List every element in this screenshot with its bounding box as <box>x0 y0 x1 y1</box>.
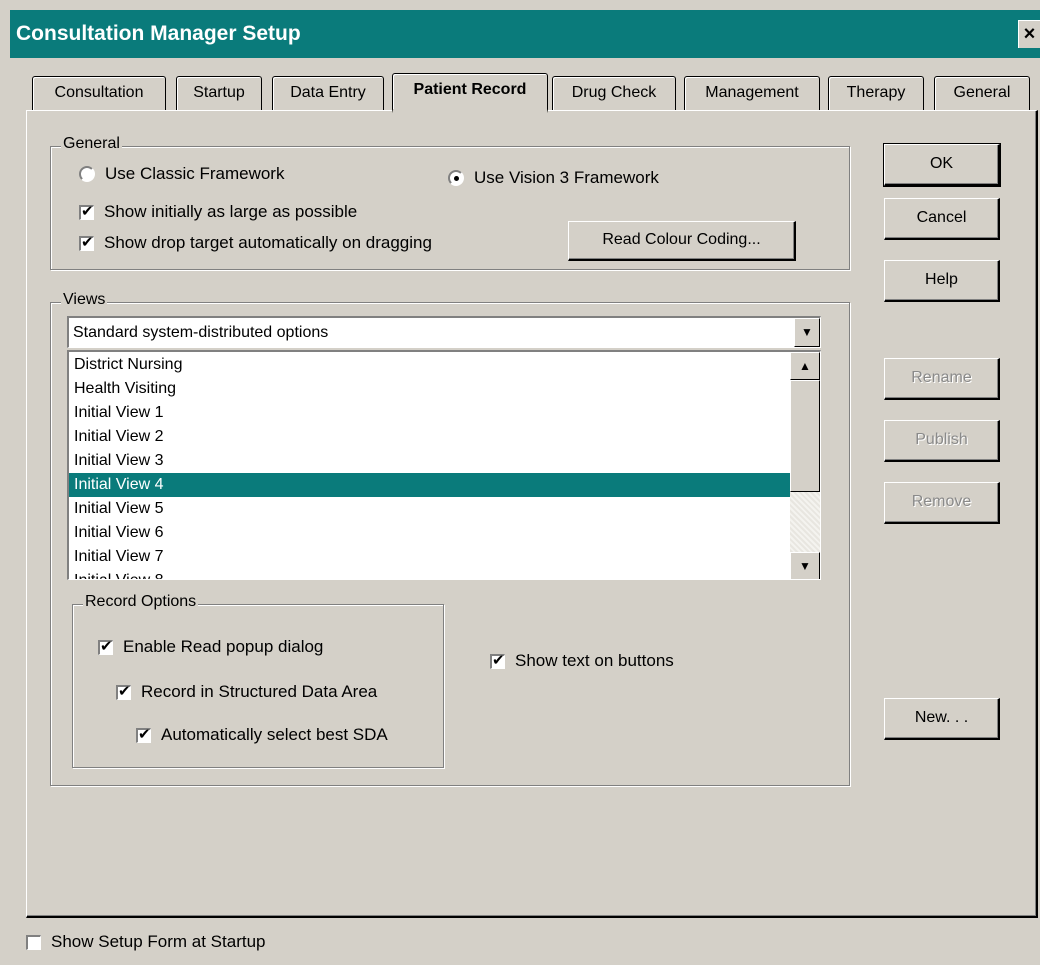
tab-drug-check[interactable]: Drug Check <box>552 76 676 110</box>
tab-label: Startup <box>193 84 245 101</box>
chevron-up-icon: ▲ <box>799 359 811 373</box>
button-label: New. . . <box>914 709 969 726</box>
list-item[interactable]: District Nursing <box>69 353 791 377</box>
window-title: Consultation Manager Setup <box>16 22 301 45</box>
read-colour-coding-button[interactable]: Read Colour Coding... <box>568 221 796 261</box>
list-scrollbar[interactable]: ▲ ▼ <box>790 352 820 579</box>
checkbox-label: Automatically select best SDA <box>161 725 388 744</box>
tab-label: Management <box>705 84 799 101</box>
cancel-button[interactable]: Cancel <box>884 198 1000 240</box>
close-icon: × <box>1023 23 1036 45</box>
check-icon <box>490 651 505 669</box>
group-title: Record Options <box>83 593 199 611</box>
tab-label: Data Entry <box>290 84 366 101</box>
button-label: Read Colour Coding... <box>602 231 761 248</box>
tab-label: Patient Record <box>413 81 527 98</box>
tab-management[interactable]: Management <box>684 76 820 110</box>
radio-icon <box>79 166 95 182</box>
button-label: Rename <box>911 369 972 386</box>
tab-label: Therapy <box>846 84 906 101</box>
help-button[interactable]: Help <box>884 260 1000 302</box>
tab-consultation[interactable]: Consultation <box>32 76 166 110</box>
tab-label: Drug Check <box>571 84 657 101</box>
button-label: Remove <box>911 493 972 510</box>
ok-button[interactable]: OK <box>883 143 1001 187</box>
list-item[interactable]: Initial View 1 <box>69 401 791 425</box>
show-large-checkbox[interactable]: Show initially as large as possible <box>79 202 357 222</box>
views-listbox[interactable]: District Nursing Health Visiting Initial… <box>67 350 821 580</box>
chevron-down-icon: ▼ <box>799 559 811 573</box>
check-icon <box>98 637 113 655</box>
button-label: Cancel <box>916 209 967 226</box>
dropdown-value: Standard system-distributed options <box>73 324 329 341</box>
check-icon <box>79 202 94 220</box>
list-item[interactable]: Initial View 7 <box>69 545 791 569</box>
rename-button[interactable]: Rename <box>884 358 1000 400</box>
list-item[interactable]: Initial View 6 <box>69 521 791 545</box>
close-button[interactable]: × <box>1018 20 1040 48</box>
new-button[interactable]: New. . . <box>884 698 1000 740</box>
group-title: General <box>61 135 122 153</box>
group-title: Views <box>61 291 108 309</box>
scroll-thumb[interactable] <box>790 380 820 492</box>
list-item[interactable]: Initial View 3 <box>69 449 791 473</box>
auto-select-sda-checkbox[interactable]: Automatically select best SDA <box>136 725 388 745</box>
tab-general[interactable]: General <box>934 76 1030 110</box>
setup-window: Consultation Manager Setup × Consultatio… <box>0 0 1040 965</box>
button-label: OK <box>929 155 954 172</box>
enable-read-popup-checkbox[interactable]: Enable Read popup dialog <box>98 637 323 657</box>
checkbox-label: Show Setup Form at Startup <box>51 932 266 951</box>
use-classic-radio[interactable]: Use Classic Framework <box>79 164 284 184</box>
button-label: Help <box>925 271 958 288</box>
tab-therapy[interactable]: Therapy <box>828 76 924 110</box>
tab-data-entry[interactable]: Data Entry <box>272 76 384 110</box>
tab-patient-record[interactable]: Patient Record <box>392 73 548 113</box>
radio-label: Use Vision 3 Framework <box>474 168 659 187</box>
checkbox-label: Enable Read popup dialog <box>123 637 324 656</box>
check-icon <box>116 682 131 700</box>
checkbox-label: Show text on buttons <box>515 651 674 670</box>
check-icon <box>79 233 94 251</box>
title-bar[interactable]: Consultation Manager Setup × <box>10 10 1040 58</box>
record-sda-checkbox[interactable]: Record in Structured Data Area <box>116 682 377 702</box>
show-text-buttons-checkbox[interactable]: Show text on buttons <box>490 651 674 671</box>
scroll-down-button[interactable]: ▼ <box>790 552 820 579</box>
checkbox-label: Show drop target automatically on draggi… <box>104 233 432 252</box>
check-icon <box>136 725 151 743</box>
checkbox-label: Record in Structured Data Area <box>141 682 378 701</box>
list-item[interactable]: Initial View 8 <box>69 569 791 579</box>
tab-label: General <box>953 84 1011 101</box>
list-item-selected[interactable]: Initial View 4 <box>69 473 791 497</box>
views-dropdown[interactable]: Standard system-distributed options ▼ <box>67 316 821 348</box>
radio-label: Use Classic Framework <box>105 164 285 183</box>
scroll-up-button[interactable]: ▲ <box>790 352 820 380</box>
publish-button[interactable]: Publish <box>884 420 1000 462</box>
radio-icon <box>448 170 464 186</box>
button-label: Publish <box>915 431 968 448</box>
dropdown-arrow-button[interactable]: ▼ <box>794 318 820 347</box>
show-drop-target-checkbox[interactable]: Show drop target automatically on draggi… <box>79 233 432 253</box>
tab-startup[interactable]: Startup <box>176 76 262 110</box>
chevron-down-icon: ▼ <box>801 325 813 339</box>
check-icon <box>26 934 41 950</box>
tab-label: Consultation <box>54 84 144 101</box>
show-setup-form-checkbox[interactable]: Show Setup Form at Startup <box>26 932 266 952</box>
use-vision3-radio[interactable]: Use Vision 3 Framework <box>448 168 659 188</box>
list-item[interactable]: Health Visiting <box>69 377 791 401</box>
checkbox-label: Show initially as large as possible <box>104 202 358 221</box>
list-item[interactable]: Initial View 5 <box>69 497 791 521</box>
list-item[interactable]: Initial View 2 <box>69 425 791 449</box>
remove-button[interactable]: Remove <box>884 482 1000 524</box>
